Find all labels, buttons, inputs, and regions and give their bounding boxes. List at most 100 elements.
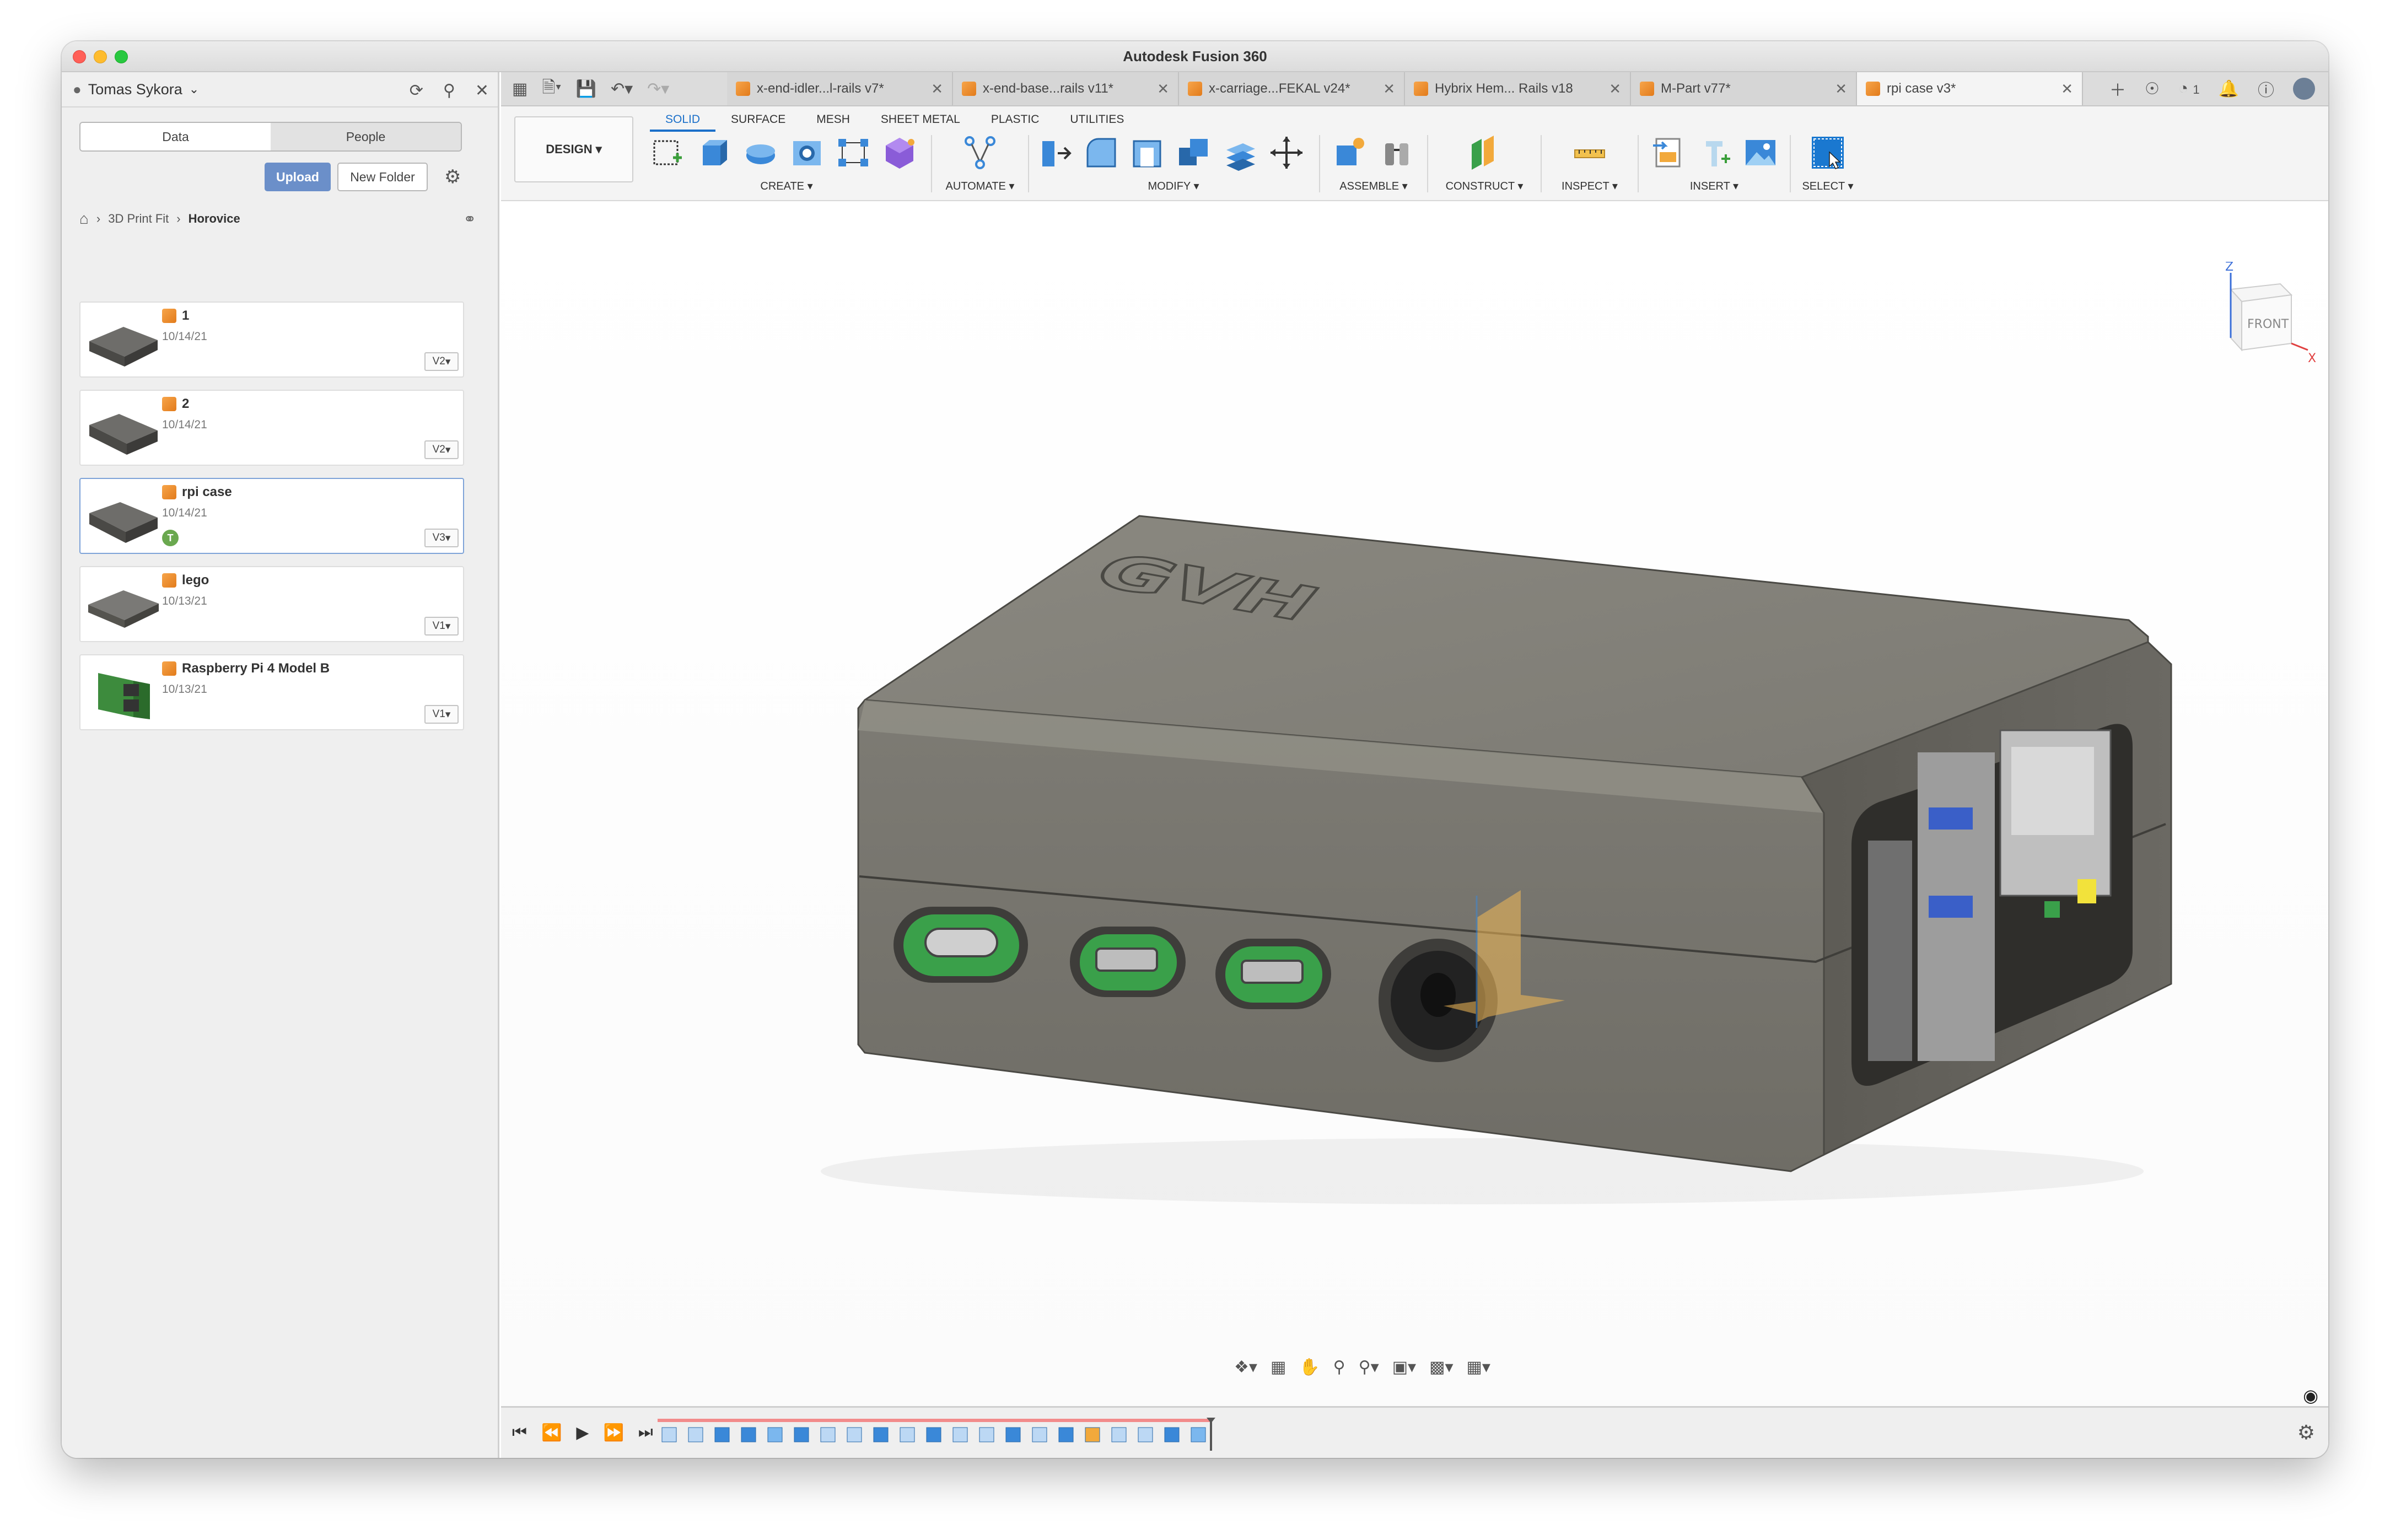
file-menu-icon[interactable]: 🗎▾ (542, 75, 561, 103)
list-item[interactable]: 2 10/14/21 V2 ▾ (79, 390, 464, 466)
offset-plane-icon[interactable] (1465, 133, 1504, 172)
version-dropdown[interactable]: V2 ▾ (424, 352, 459, 371)
list-item[interactable]: lego 10/13/21 V1 ▾ (79, 566, 464, 642)
version-dropdown[interactable]: V2 ▾ (424, 440, 459, 459)
document-tab[interactable]: Hybrix Hem... Rails v18 ✕ (1405, 72, 1631, 105)
viewports-icon[interactable]: ▦▾ (1467, 1358, 1490, 1377)
maximize-window-button[interactable] (115, 50, 128, 63)
list-item-selected[interactable]: rpi case 10/14/21 T V3 ▾ (79, 478, 464, 554)
comments-icon[interactable]: ◉ (2303, 1385, 2318, 1406)
document-tab[interactable]: x-end-idler...l-rails v7* ✕ (727, 72, 953, 105)
move-icon[interactable] (1267, 133, 1306, 172)
grid-menu-icon[interactable]: ▦ (512, 79, 527, 99)
home-icon[interactable]: ⌂ (79, 210, 89, 228)
gear-icon[interactable]: ⚙ (444, 166, 461, 188)
document-tab[interactable]: x-carriage...FEKAL v24* ✕ (1179, 72, 1405, 105)
close-tab-icon[interactable]: ✕ (2061, 80, 2073, 98)
revolve-icon[interactable] (741, 133, 780, 172)
pattern-icon[interactable] (834, 133, 873, 172)
avatar[interactable] (2293, 78, 2315, 100)
version-dropdown[interactable]: V1 ▾ (424, 617, 459, 636)
job-status[interactable]: ◔ 1 (2178, 79, 2200, 98)
joint-icon[interactable] (1377, 133, 1416, 172)
workspace-switcher[interactable]: DESIGN ▾ (514, 116, 633, 182)
redo-icon[interactable]: ↷▾ (647, 79, 669, 99)
minimize-window-button[interactable] (94, 50, 107, 63)
shell-icon[interactable] (1128, 133, 1167, 172)
upload-button[interactable]: Upload (265, 163, 331, 191)
tab-data[interactable]: Data (80, 123, 271, 150)
display-settings-icon[interactable]: ▣▾ (1392, 1358, 1416, 1377)
timeline-settings-gear-icon[interactable]: ⚙ (2297, 1421, 2315, 1444)
insert-derive-icon[interactable] (1649, 133, 1687, 172)
new-tab-icon[interactable]: ＋ (2109, 77, 2126, 101)
version-dropdown[interactable]: V1 ▾ (424, 705, 459, 724)
play-icon[interactable]: ▶ (576, 1423, 589, 1442)
close-tab-icon[interactable]: ✕ (931, 80, 943, 98)
step-forward-icon[interactable]: ⏩ (603, 1423, 623, 1442)
zoom-icon[interactable]: ⚲ (1333, 1358, 1345, 1377)
fillet-icon[interactable] (1082, 133, 1121, 172)
globe-icon[interactable]: ⚭ (464, 210, 476, 228)
go-to-start-icon[interactable]: ⏮ (512, 1423, 527, 1442)
modify-menu[interactable]: MODIFY ▾ (1036, 179, 1311, 193)
combine-icon[interactable] (1175, 133, 1213, 172)
view-cube[interactable]: FRONT Z X (2209, 262, 2319, 372)
close-icon[interactable]: ✕ (475, 81, 489, 100)
new-component-icon[interactable] (1331, 133, 1370, 172)
insert-mcmaster-icon[interactable] (1695, 133, 1734, 172)
pan-hand-icon[interactable]: ✋ (1299, 1358, 1320, 1377)
list-item[interactable]: Raspberry Pi 4 Model B 10/13/21 V1 ▾ (79, 654, 464, 730)
look-at-icon[interactable]: ▦ (1271, 1358, 1286, 1377)
construct-menu[interactable]: CONSTRUCT ▾ (1435, 179, 1534, 193)
go-to-end-icon[interactable]: ⏭ (638, 1423, 653, 1442)
refresh-icon[interactable]: ⟳ (410, 81, 423, 100)
orbit-icon[interactable]: ❖▾ (1234, 1358, 1257, 1377)
save-icon[interactable]: 💾 (576, 79, 596, 99)
extensions-icon[interactable]: ☉ (2145, 79, 2160, 99)
document-tab[interactable]: M-Part v77* ✕ (1631, 72, 1857, 105)
tab-plastic[interactable]: PLASTIC (976, 110, 1055, 132)
hole-icon[interactable] (788, 133, 826, 172)
tab-surface[interactable]: SURFACE (715, 110, 801, 132)
version-dropdown[interactable]: V3 ▾ (424, 529, 459, 547)
assemble-menu[interactable]: ASSEMBLE ▾ (1327, 179, 1420, 193)
close-tab-icon[interactable]: ✕ (1609, 80, 1621, 98)
inspect-menu[interactable]: INSPECT ▾ (1548, 179, 1631, 193)
list-item[interactable]: 1 10/14/21 V2 ▾ (79, 301, 464, 378)
close-window-button[interactable] (73, 50, 86, 63)
undo-icon[interactable]: ↶▾ (611, 79, 633, 99)
press-pull-icon[interactable] (1036, 133, 1074, 172)
close-tab-icon[interactable]: ✕ (1835, 80, 1847, 98)
new-folder-button[interactable]: New Folder (337, 163, 428, 191)
bell-icon[interactable]: 🔔 (2219, 79, 2239, 99)
automate-icon[interactable] (961, 133, 999, 172)
help-icon[interactable]: ⓘ (2258, 77, 2274, 101)
tab-mesh[interactable]: MESH (801, 110, 865, 132)
timeline-track[interactable] (658, 1418, 1216, 1451)
tab-sheet-metal[interactable]: SHEET METAL (865, 110, 976, 132)
step-back-icon[interactable]: ⏪ (541, 1423, 562, 1442)
fit-icon[interactable]: ⚲▾ (1359, 1358, 1379, 1377)
offset-face-icon[interactable] (1221, 133, 1259, 172)
breadcrumb-item[interactable]: 3D Print Fit (108, 212, 169, 226)
insert-canvas-icon[interactable] (1741, 133, 1780, 172)
document-tab[interactable]: x-end-base...rails v11* ✕ (953, 72, 1179, 105)
document-tab-active[interactable]: rpi case v3* ✕ (1857, 72, 2083, 105)
select-menu[interactable]: SELECT ▾ (1797, 179, 1858, 193)
close-tab-icon[interactable]: ✕ (1157, 80, 1169, 98)
create-menu[interactable]: CREATE ▾ (649, 179, 924, 193)
model-canvas[interactable]: GVH (501, 201, 2328, 1406)
3d-viewport[interactable]: GVH FRONT Z X ❖▾ ▦ ✋ ⚲ ⚲▾ ▣▾ ▩▾ ▦▾ ◉ (501, 201, 2328, 1406)
create-sketch-icon[interactable] (649, 133, 687, 172)
tab-utilities[interactable]: UTILITIES (1054, 110, 1139, 132)
close-tab-icon[interactable]: ✕ (1383, 80, 1395, 98)
grid-settings-icon[interactable]: ▩▾ (1429, 1358, 1453, 1377)
measure-icon[interactable] (1570, 133, 1609, 172)
automate-menu[interactable]: AUTOMATE ▾ (939, 179, 1021, 193)
extrude-icon[interactable] (695, 133, 734, 172)
insert-menu[interactable]: INSERT ▾ (1645, 179, 1783, 193)
form-icon[interactable] (880, 133, 919, 172)
search-icon[interactable]: ⚲ (443, 81, 455, 100)
user-menu[interactable]: ● Tomas Sykora ⌄ (73, 81, 199, 98)
